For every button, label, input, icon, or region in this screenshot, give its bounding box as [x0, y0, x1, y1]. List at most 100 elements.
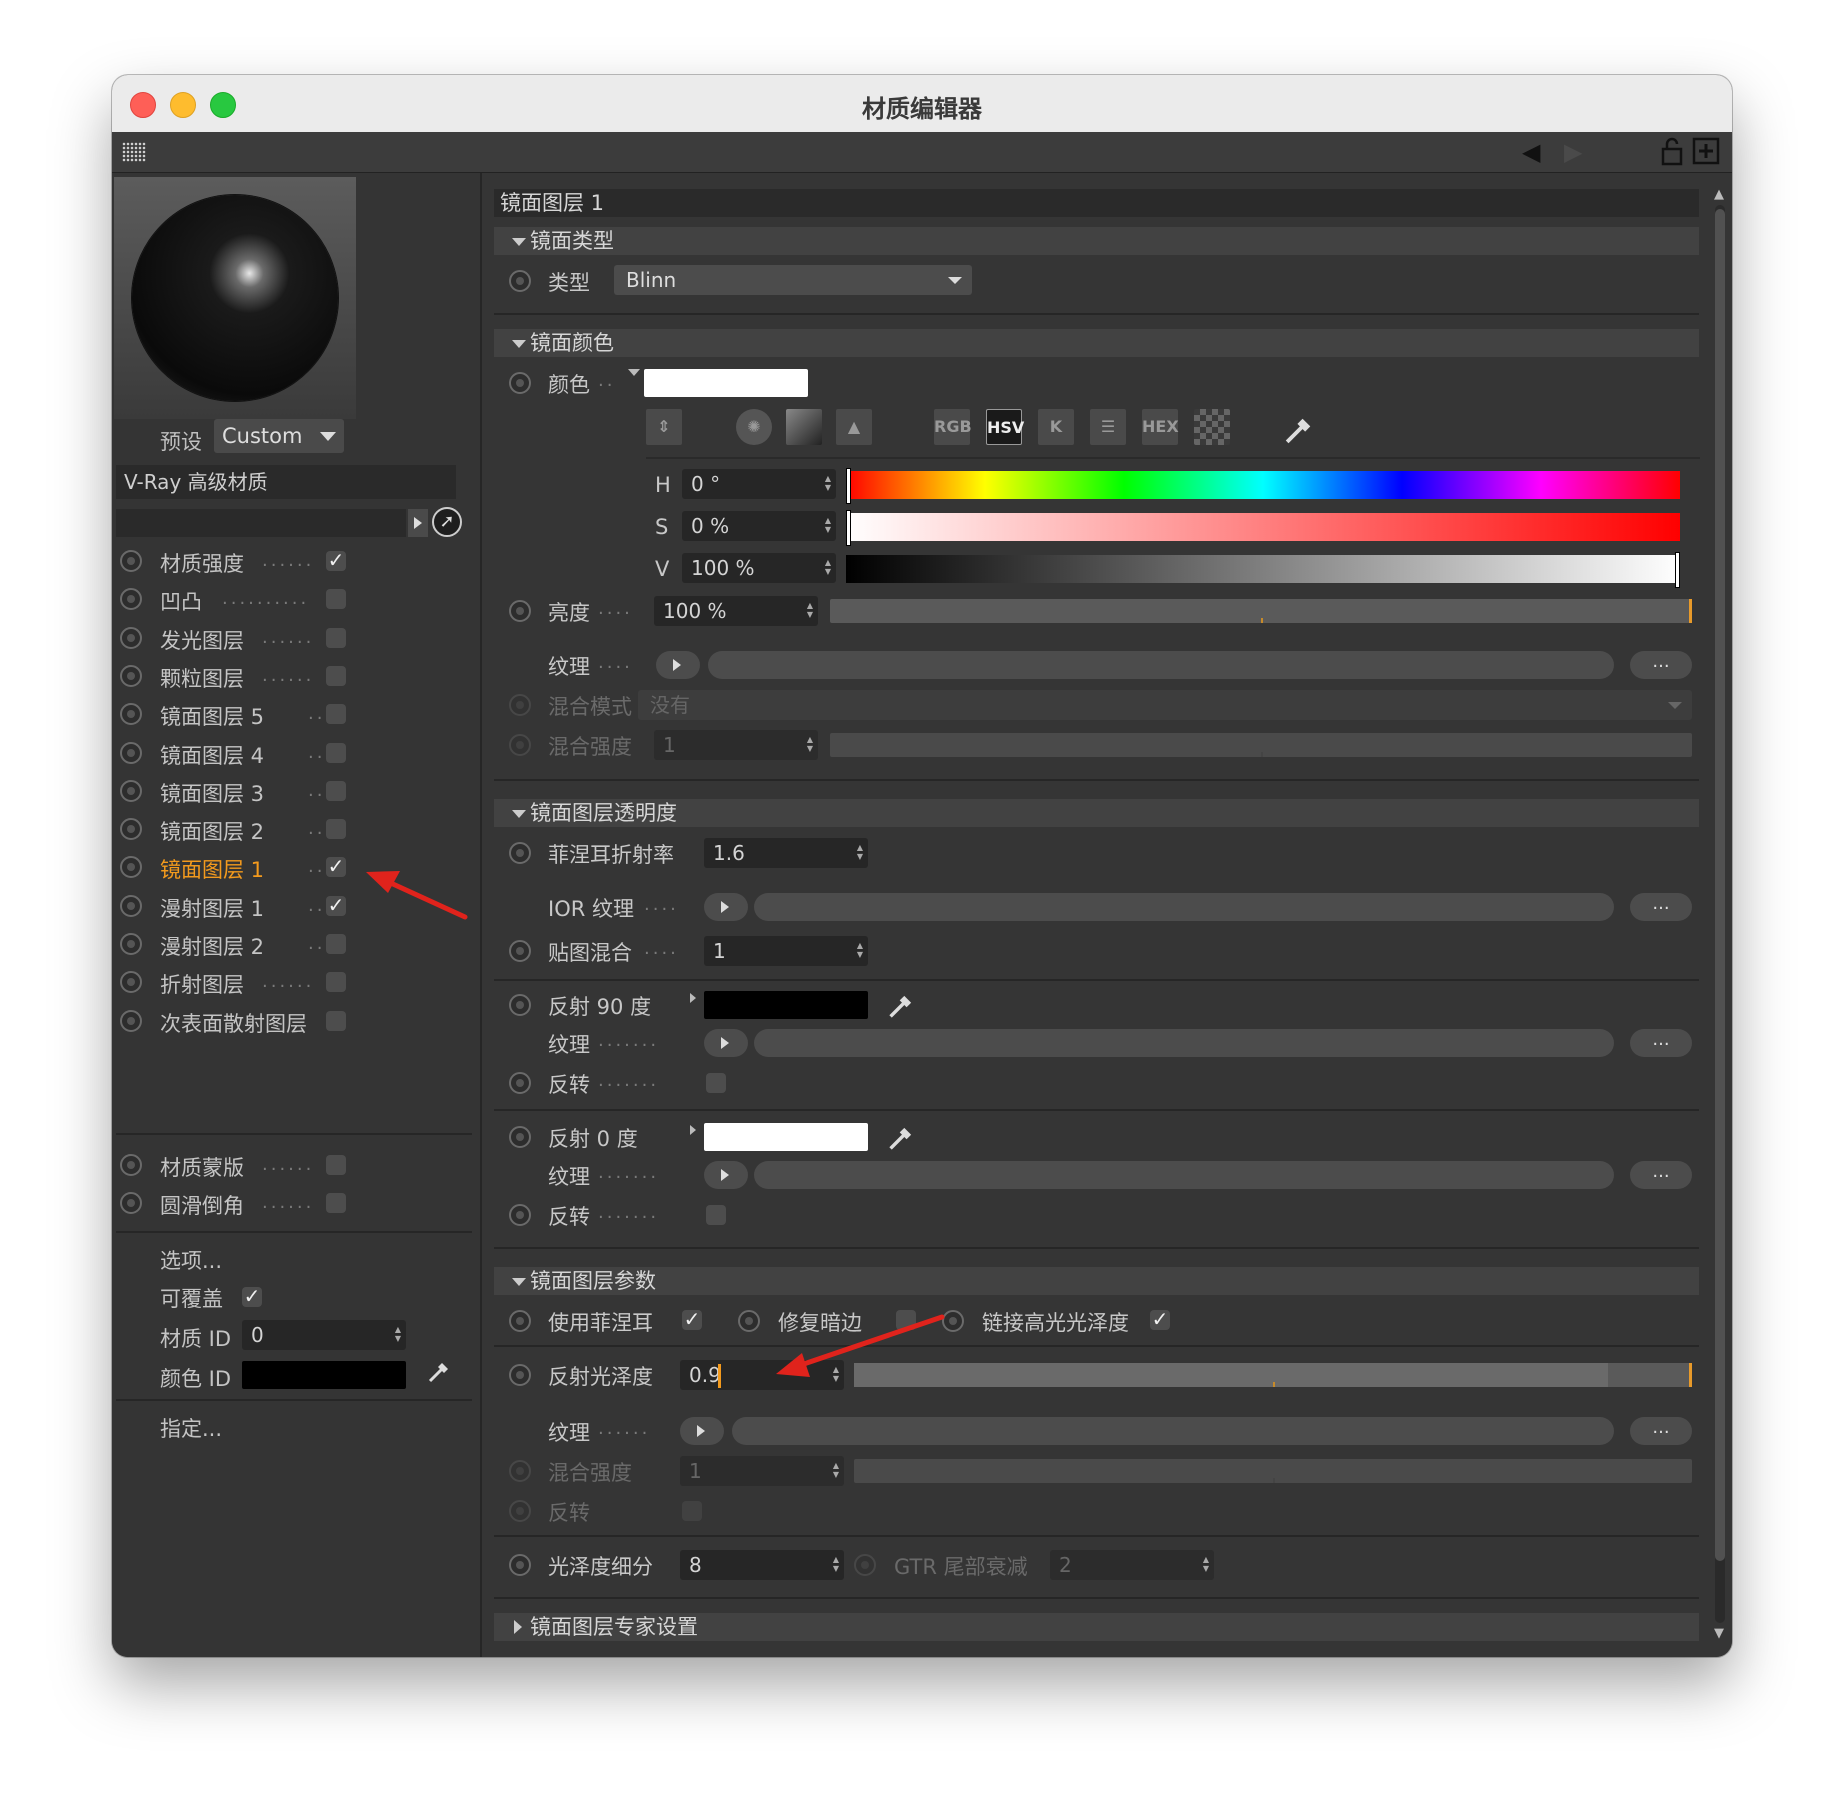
spec-color-animate-radio[interactable] — [509, 372, 531, 394]
color-id-dropper-icon[interactable] — [426, 1357, 454, 1392]
layer-label[interactable]: 圆滑倒角 — [160, 1190, 244, 1220]
layer-animate-radio[interactable] — [120, 1154, 142, 1176]
layer-label[interactable]: 镜面图层 1 — [160, 854, 264, 884]
gloss-blend-strength-slider[interactable] — [854, 1459, 1692, 1483]
material-name-field[interactable]: V-Ray 高级材质 — [116, 465, 456, 499]
preset-dropdown[interactable]: Custom — [214, 419, 344, 453]
layer-animate-radio[interactable] — [120, 933, 142, 955]
spec-color-texture-field[interactable] — [708, 651, 1614, 679]
brightness-input[interactable]: 100 % — [654, 596, 818, 626]
refl-gloss-texture-more-button[interactable]: ... — [1630, 1417, 1692, 1445]
layer-enable-checkbox[interactable] — [326, 934, 346, 954]
mode-rgb[interactable]: RGB — [934, 409, 972, 445]
layer-row[interactable]: 凹凸.......... — [112, 583, 472, 615]
refl-gloss-texture-field[interactable] — [732, 1417, 1614, 1445]
forward-arrow-icon[interactable]: ▶ — [1564, 138, 1582, 166]
layer-row[interactable]: 次表面散射图层 — [112, 1005, 472, 1037]
map-blend-animate-radio[interactable] — [509, 940, 531, 962]
gloss-invert-animate-radio[interactable] — [509, 1500, 531, 1522]
spec-color-dropper-icon[interactable] — [1282, 411, 1318, 454]
scroll-down-icon[interactable]: ▼ — [1714, 1626, 1724, 1641]
blend-strength-slider[interactable] — [830, 733, 1692, 757]
saturation-slider[interactable] — [846, 510, 1680, 546]
material-id-input[interactable]: 0 — [242, 1320, 406, 1350]
filter-expand-button[interactable] — [408, 509, 428, 537]
refl0-texture-more-button[interactable]: ... — [1630, 1161, 1692, 1189]
refl0-invert-checkbox[interactable] — [706, 1205, 726, 1225]
layer-enable-checkbox[interactable]: ✓ — [326, 856, 346, 878]
layer-label[interactable]: 漫射图层 2 — [160, 931, 264, 961]
layer-enable-checkbox[interactable] — [326, 627, 346, 648]
group-spec-transparency-header[interactable]: 镜面图层透明度 — [494, 799, 1699, 827]
layer-enable-checkbox[interactable] — [326, 704, 346, 725]
refl90-invert-checkbox[interactable] — [706, 1073, 726, 1093]
refl0-animate-radio[interactable] — [509, 1126, 531, 1148]
layer-label[interactable]: 发光图层 — [160, 625, 244, 655]
color-spectrum-icon[interactable] — [786, 409, 822, 445]
layer-animate-radio[interactable] — [120, 664, 142, 687]
link-gloss-checkbox[interactable]: ✓ — [1150, 1309, 1170, 1330]
layer-label[interactable]: 材质蒙版 — [160, 1152, 244, 1182]
map-blend-input[interactable]: 1 — [704, 936, 868, 966]
color-image-icon[interactable]: ▲ — [836, 409, 872, 445]
layer-label[interactable]: 折射图层 — [160, 969, 244, 999]
layer-animate-radio[interactable] — [120, 550, 142, 572]
layer-row[interactable]: 发光图层...... — [112, 622, 472, 654]
refl0-texture-expand-button[interactable] — [704, 1161, 748, 1189]
layer-label[interactable]: 凹凸 — [160, 586, 202, 616]
layer-enable-checkbox[interactable] — [326, 1193, 346, 1213]
layer-row[interactable]: 镜面图层 4.... — [112, 737, 472, 769]
material-preview[interactable] — [114, 177, 356, 419]
layer-animate-radio[interactable] — [120, 818, 142, 841]
mode-kelvin[interactable]: K — [1038, 409, 1074, 445]
layer-animate-radio[interactable] — [120, 894, 142, 917]
ior-texture-expand-button[interactable] — [704, 893, 748, 921]
refl0-dropper-icon[interactable] — [886, 1121, 918, 1160]
refl90-texture-expand-button[interactable] — [704, 1029, 748, 1057]
scroll-thumb[interactable] — [1715, 209, 1725, 1561]
ior-texture-field[interactable] — [754, 893, 1614, 921]
layer-row[interactable]: 镜面图层 1....✓ — [112, 851, 472, 883]
color-swatches-icon[interactable] — [1194, 409, 1230, 445]
refl-gloss-slider[interactable] — [854, 1363, 1692, 1387]
spec-color-texture-expand-button[interactable] — [656, 651, 700, 679]
layer-animate-radio[interactable] — [120, 741, 142, 764]
panel-scrollbar[interactable]: ▲ ▼ — [1712, 187, 1728, 1641]
layer-row[interactable]: 镜面图层 3.... — [112, 775, 472, 807]
layer-animate-radio[interactable] — [120, 1009, 142, 1032]
hue-input[interactable]: 0 ° — [682, 469, 836, 499]
refl90-animate-radio[interactable] — [509, 994, 531, 1016]
options-label[interactable]: 选项... — [160, 1245, 222, 1275]
blend-mode-dropdown[interactable]: 没有 — [638, 690, 1692, 720]
layer-enable-checkbox[interactable]: ✓ — [326, 550, 346, 571]
spec-type-dropdown[interactable]: Blinn — [614, 265, 972, 295]
value-input[interactable]: 100 % — [682, 553, 836, 583]
layer-enable-checkbox[interactable] — [326, 665, 346, 686]
refl-gloss-input[interactable]: 0.9 — [680, 1360, 844, 1390]
refl90-invert-animate-radio[interactable] — [509, 1072, 531, 1094]
refl90-texture-field[interactable] — [754, 1029, 1614, 1057]
refl90-texture-more-button[interactable]: ... — [1630, 1029, 1692, 1057]
layer-label[interactable]: 镜面图层 3 — [160, 778, 264, 808]
group-spec-expert-header[interactable]: 镜面图层专家设置 — [494, 1613, 1699, 1641]
layer-animate-radio[interactable] — [120, 588, 142, 611]
extra-layer-row[interactable]: 圆滑倒角...... — [112, 1187, 472, 1219]
layer-row[interactable]: 镜面图层 2.... — [112, 813, 472, 845]
group-spec-color-header[interactable]: 镜面颜色 — [494, 329, 1699, 357]
layer-enable-checkbox[interactable] — [326, 972, 346, 993]
scroll-up-icon[interactable]: ▲ — [1714, 187, 1724, 202]
refl-gloss-texture-expand-button[interactable] — [680, 1417, 724, 1445]
fix-dark-edges-checkbox[interactable] — [896, 1310, 916, 1330]
layer-enable-checkbox[interactable] — [326, 1155, 346, 1175]
fresnel-ior-input[interactable]: 1.6 — [704, 838, 868, 868]
layer-label[interactable]: 颗粒图层 — [160, 663, 244, 693]
gloss-blend-strength-animate-radio[interactable] — [509, 1460, 531, 1482]
group-spec-type-header[interactable]: 镜面类型 — [494, 227, 1699, 255]
gtr-input[interactable]: 2 — [1050, 1550, 1214, 1580]
spec-color-swatch[interactable] — [644, 369, 808, 397]
use-fresnel-checkbox[interactable]: ✓ — [682, 1309, 702, 1330]
gloss-subdiv-animate-radio[interactable] — [509, 1554, 531, 1576]
refl-gloss-animate-radio[interactable] — [509, 1364, 531, 1386]
refl90-expand-icon[interactable] — [690, 993, 701, 1003]
color-expand-icon[interactable] — [628, 369, 640, 382]
